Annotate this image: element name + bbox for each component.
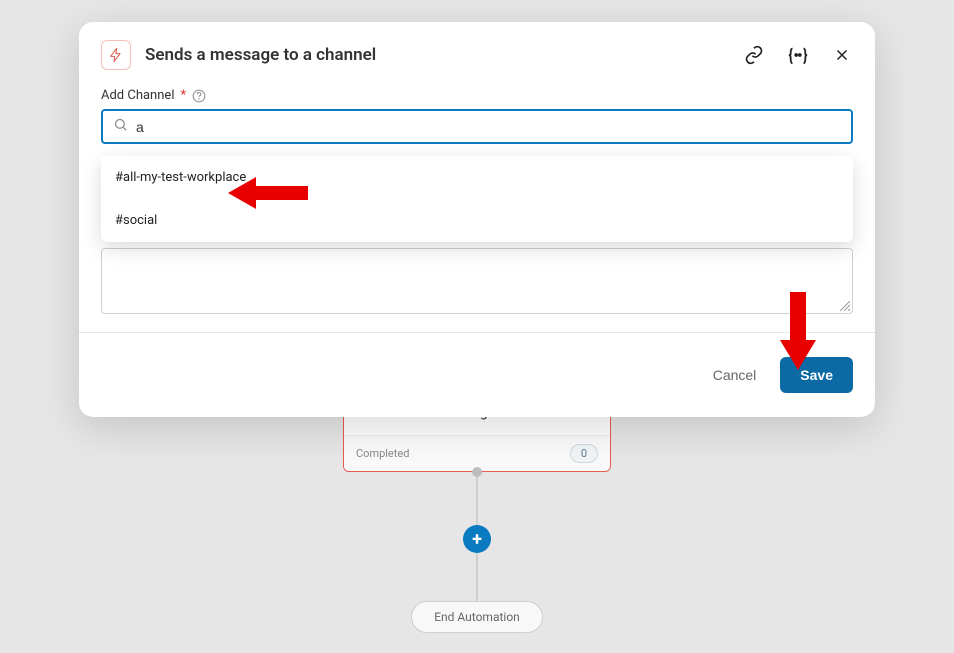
action-config-modal: Sends a message to a channel Add Channel… — [79, 22, 875, 417]
bolt-icon — [101, 40, 131, 70]
cancel-button[interactable]: Cancel — [703, 359, 767, 391]
variables-icon[interactable] — [787, 44, 809, 66]
search-icon — [113, 117, 128, 136]
connector-line — [476, 553, 478, 601]
modal-title: Sends a message to a channel — [145, 45, 729, 65]
resize-handle[interactable] — [840, 301, 850, 311]
search-input[interactable] — [136, 119, 841, 135]
node-count-badge: 0 — [570, 444, 598, 463]
add-step-button[interactable]: + — [463, 525, 491, 553]
dropdown-option[interactable]: #all-my-test-workplace — [101, 156, 853, 199]
save-button[interactable]: Save — [780, 357, 853, 393]
channel-dropdown: #all-my-test-workplace #social — [101, 156, 853, 242]
connector-dot — [472, 467, 482, 477]
field-label-text: Add Channel — [101, 88, 174, 103]
help-icon[interactable] — [192, 89, 206, 103]
dropdown-option[interactable]: #social — [101, 199, 853, 242]
channel-search-field[interactable] — [101, 109, 853, 144]
node-status: Completed — [356, 447, 409, 460]
end-automation-button[interactable]: End Automation — [411, 601, 543, 633]
message-textarea[interactable] — [101, 248, 853, 314]
field-label: Add Channel * — [101, 88, 853, 103]
close-icon[interactable] — [831, 44, 853, 66]
connector-line — [476, 477, 478, 525]
required-asterisk: * — [180, 88, 186, 103]
link-icon[interactable] — [743, 44, 765, 66]
